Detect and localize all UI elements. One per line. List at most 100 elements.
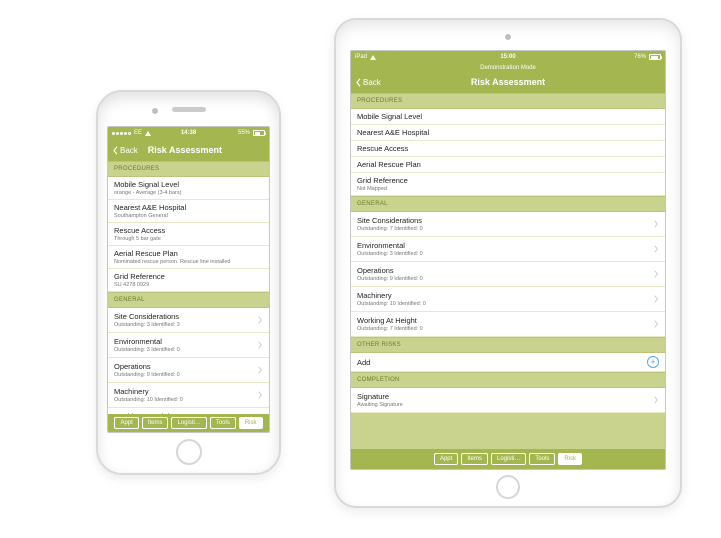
row-label: Working At Height (357, 316, 423, 325)
chevron-right-icon (257, 361, 263, 379)
row-label: Site Considerations (114, 312, 180, 321)
nav-bar: Back Risk Assessment (108, 139, 269, 161)
tab-tools[interactable]: Tools (529, 453, 555, 465)
row-subtitle: Outstanding: 9 Identified: 0 (357, 276, 423, 282)
row-label: Rescue Access (114, 226, 165, 235)
list-row[interactable]: Add + (351, 353, 665, 372)
row-subtitle: Outstanding: 3 Identified: 0 (114, 347, 180, 353)
battery-icon (253, 130, 265, 136)
row-label: Machinery (114, 387, 183, 396)
row-subtitle: Outstanding: 3 Identified: 0 (357, 251, 423, 257)
status-bar: iPad 15:00 76% (351, 51, 665, 63)
section-header: OTHER RISKS (351, 337, 665, 353)
status-bar: EE 14:38 55% (108, 127, 269, 139)
row-label: Add (357, 358, 370, 367)
list-row[interactable]: Rescue AccessThrough 5 bar gate (108, 223, 269, 246)
row-label: Mobile Signal Level (357, 112, 422, 121)
page-title: Risk Assessment (471, 77, 545, 87)
row-label: Aerial Rescue Plan (114, 249, 230, 258)
back-button[interactable]: Back (355, 78, 381, 87)
list-row[interactable]: Rescue Access (351, 141, 665, 157)
chevron-right-icon (257, 386, 263, 404)
page-title: Risk Assessment (148, 145, 222, 155)
tab-items[interactable]: Items (461, 453, 488, 465)
row-label: Grid Reference (357, 176, 408, 185)
clock: 15:00 (500, 54, 515, 60)
chevron-right-icon (653, 315, 659, 333)
front-camera (505, 34, 511, 40)
signal-dots-icon (112, 132, 131, 135)
tab-bar: Appt ItemsLogisti… ToolsRisk (108, 414, 269, 432)
front-camera (152, 108, 158, 114)
chevron-right-icon (653, 215, 659, 233)
list-row[interactable]: MachineryOutstanding: 10 Identified: 0 (108, 383, 269, 408)
list-row[interactable]: Nearest A&E Hospital (351, 125, 665, 141)
back-label: Back (363, 78, 381, 87)
carrier-label: EE (134, 130, 142, 136)
list-row[interactable]: Grid ReferenceNot Mapped (351, 173, 665, 196)
tab-tools[interactable]: Tools (210, 417, 236, 429)
row-subtitle: Outstanding: 7 Identified: 0 (357, 326, 423, 332)
chevron-left-icon (355, 78, 362, 87)
list-row[interactable]: Site ConsiderationsOutstanding: 3 Identi… (108, 308, 269, 333)
home-button[interactable] (496, 475, 520, 499)
row-subtitle: Southampton General (114, 213, 186, 219)
tab-appt[interactable]: Appt (114, 417, 138, 429)
chevron-right-icon (653, 391, 659, 409)
ipad-frame: iPad 15:00 76% Demonstration Mode Back R… (334, 18, 682, 508)
list-row[interactable]: Nearest A&E HospitalSouthampton General (108, 200, 269, 223)
chevron-left-icon (112, 146, 119, 155)
list-row[interactable]: OperationsOutstanding: 9 Identified: 0 (108, 358, 269, 383)
tab-bar: ApptItemsLogisti…ToolsRisk (351, 449, 665, 469)
tab-items[interactable]: Items (142, 417, 169, 429)
list-row[interactable]: EnvironmentalOutstanding: 3 Identified: … (351, 237, 665, 262)
tab-appt[interactable]: Appt (434, 453, 458, 465)
row-subtitle: Through 5 bar gate (114, 236, 165, 242)
list-row[interactable]: EnvironmentalOutstanding: 3 Identified: … (108, 333, 269, 358)
row-subtitle: Outstanding: 10 Identified: 0 (357, 301, 426, 307)
row-subtitle: Not Mapped (357, 186, 408, 192)
wifi-icon (145, 131, 151, 136)
row-subtitle: SU 4278 0929 (114, 282, 165, 288)
list-row[interactable]: MachineryOutstanding: 10 Identified: 0 (351, 287, 665, 312)
chevron-right-icon (653, 240, 659, 258)
add-icon[interactable]: + (647, 356, 659, 368)
row-label: Site Considerations (357, 216, 423, 225)
tab-risk[interactable]: Risk (558, 453, 582, 465)
tab-logisti[interactable]: Logisti… (491, 453, 526, 465)
tab-risk[interactable]: Risk (239, 417, 263, 429)
home-button[interactable] (176, 439, 202, 465)
ipad-screen: iPad 15:00 76% Demonstration Mode Back R… (350, 50, 666, 470)
row-label: Environmental (357, 241, 423, 250)
section-header: PROCEDURES (351, 93, 665, 109)
iphone-screen: EE 14:38 55% Back Risk Assessment PROCED… (107, 126, 270, 433)
list-row[interactable]: SignatureAwaiting Signature (351, 388, 665, 413)
device-label: iPad (355, 54, 367, 60)
chevron-right-icon (257, 311, 263, 329)
list-row[interactable]: Aerial Rescue PlanNominated rescue perso… (108, 246, 269, 269)
nav-bar: Back Risk Assessment (351, 71, 665, 93)
list-row[interactable]: Mobile Signal Level (351, 109, 665, 125)
list-row[interactable]: Aerial Rescue Plan (351, 157, 665, 173)
row-subtitle: Outstanding: 9 Identified: 0 (114, 372, 180, 378)
back-button[interactable]: Back (112, 146, 138, 155)
row-label: Operations (357, 266, 423, 275)
tab-logisti[interactable]: Logisti… (171, 417, 206, 429)
section-header: PROCEDURES (108, 161, 269, 177)
list-row[interactable]: Working At HeightOutstanding: 7 Identifi… (351, 312, 665, 337)
list-row[interactable]: OperationsOutstanding: 9 Identified: 0 (351, 262, 665, 287)
battery-percent: 55% (238, 130, 250, 136)
row-label: Rescue Access (357, 144, 408, 153)
list-row[interactable]: Mobile Signal Levelorange - Average (3-4… (108, 177, 269, 200)
battery-icon (649, 54, 661, 60)
battery-percent: 76% (634, 54, 646, 60)
list-row[interactable]: Site ConsiderationsOutstanding: 7 Identi… (351, 212, 665, 237)
chevron-right-icon (653, 265, 659, 283)
row-label: Operations (114, 362, 180, 371)
row-subtitle: orange - Average (3-4 bars) (114, 190, 181, 196)
row-label: Mobile Signal Level (114, 180, 181, 189)
row-label: Aerial Rescue Plan (357, 160, 421, 169)
content-area: PROCEDURES Mobile Signal Level Nearest A&E… (351, 93, 665, 470)
row-subtitle: Outstanding: 10 Identified: 0 (114, 397, 183, 403)
list-row[interactable]: Grid ReferenceSU 4278 0929 (108, 269, 269, 292)
